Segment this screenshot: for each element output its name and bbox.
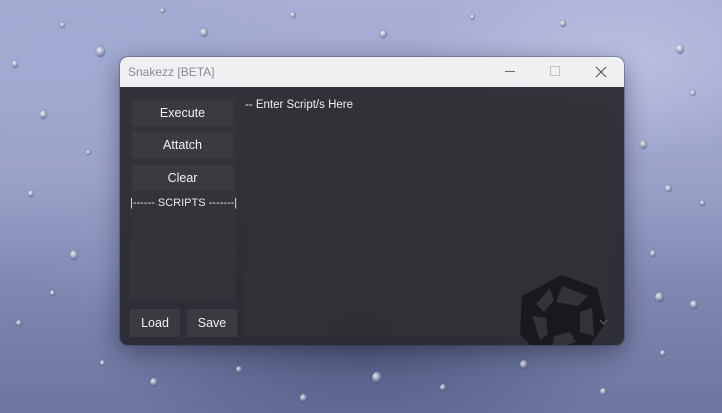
- raindrop: [160, 8, 165, 13]
- minimize-icon: [505, 71, 515, 72]
- maximize-button[interactable]: [532, 57, 578, 87]
- raindrop: [640, 140, 647, 149]
- raindrop: [86, 150, 91, 155]
- raindrop: [40, 110, 47, 119]
- scripts-list[interactable]: [130, 211, 236, 301]
- raindrop: [470, 14, 475, 20]
- raindrop: [380, 30, 387, 38]
- attatch-button[interactable]: Attatch: [132, 132, 233, 158]
- clear-button[interactable]: Clear: [132, 165, 233, 191]
- raindrop: [28, 190, 34, 197]
- raindrop: [150, 378, 158, 386]
- raindrop: [16, 320, 22, 326]
- raindrop: [655, 292, 664, 302]
- resize-grip-icon[interactable]: [599, 317, 608, 326]
- snakezz-logo-icon: [520, 275, 606, 345]
- close-icon: [595, 66, 607, 78]
- raindrop: [12, 60, 18, 68]
- raindrop: [100, 360, 105, 366]
- raindrop: [600, 388, 607, 395]
- raindrop: [660, 350, 666, 356]
- maximize-icon: [550, 66, 560, 76]
- raindrop: [690, 90, 696, 96]
- raindrop: [372, 372, 382, 383]
- raindrop: [560, 20, 566, 27]
- raindrop: [650, 250, 656, 257]
- raindrop: [200, 28, 208, 37]
- scripts-header: |------ SCRIPTS -------|: [130, 197, 238, 209]
- window-body: Execute Attatch Clear |------ SCRIPTS --…: [120, 87, 624, 345]
- app-window: Snakezz [BETA] Execute Attatch Clear |--…: [120, 57, 624, 345]
- window-title: Snakezz [BETA]: [128, 65, 215, 79]
- close-button[interactable]: [578, 57, 624, 87]
- raindrop: [676, 44, 684, 54]
- raindrop: [290, 12, 296, 18]
- minimize-button[interactable]: [487, 57, 533, 87]
- title-bar[interactable]: Snakezz [BETA]: [120, 57, 624, 87]
- raindrop: [300, 394, 307, 402]
- raindrop: [96, 46, 105, 57]
- raindrop: [520, 360, 528, 369]
- raindrop: [70, 250, 78, 260]
- raindrop: [50, 290, 55, 296]
- raindrop: [440, 384, 446, 391]
- raindrop: [665, 185, 672, 192]
- raindrop: [690, 300, 698, 309]
- raindrop: [60, 22, 65, 28]
- load-button[interactable]: Load: [130, 309, 180, 337]
- save-button[interactable]: Save: [187, 309, 237, 337]
- execute-button[interactable]: Execute: [132, 100, 233, 126]
- raindrop: [700, 200, 705, 206]
- raindrop: [236, 366, 242, 373]
